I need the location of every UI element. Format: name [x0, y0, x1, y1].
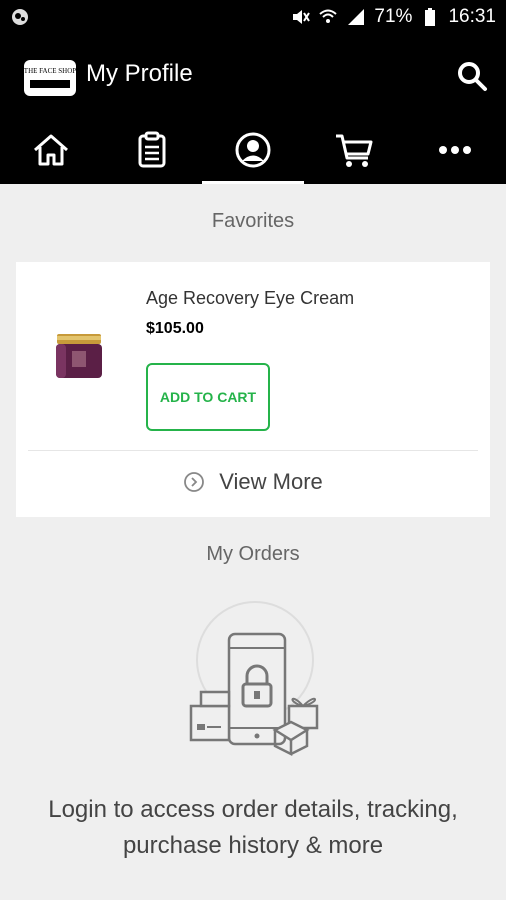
mute-icon	[293, 10, 311, 24]
search-icon[interactable]	[456, 60, 488, 92]
tab-bar	[0, 116, 506, 184]
cart-icon	[336, 134, 373, 167]
view-more-label: View More	[219, 469, 323, 494]
chevron-right-icon	[184, 472, 205, 492]
brand-logo: THE FACE SHOP	[22, 58, 78, 98]
notification-icon	[10, 7, 30, 27]
add-to-cart-button[interactable]: ADD TO CART	[146, 363, 270, 431]
app-bar: THE FACE SHOP My Profile	[0, 36, 506, 116]
tab-selected-indicator	[202, 181, 304, 184]
clipboard-icon	[138, 131, 166, 168]
login-prompt: Login to access order details, tracking,…	[48, 796, 458, 859]
battery-percent: 71%	[374, 6, 413, 27]
favorites-title: Favorites	[211, 210, 295, 232]
clock: 16:31	[448, 6, 496, 27]
favorite-card: Age Recovery Eye Cream $105.00 ADD TO CA…	[16, 262, 490, 517]
tab-profile[interactable]	[202, 116, 304, 184]
locked-orders-illustration	[187, 600, 323, 757]
tab-home[interactable]	[0, 116, 101, 184]
page-title: My Profile	[86, 60, 193, 87]
status-bar: 71% 16:31	[0, 0, 506, 36]
home-icon	[33, 134, 68, 166]
more-icon	[439, 146, 472, 154]
tab-cart[interactable]	[304, 116, 405, 184]
tab-more[interactable]	[405, 116, 506, 184]
profile-icon	[235, 132, 271, 168]
view-more-link[interactable]: View More	[16, 462, 490, 502]
tab-orders[interactable]	[101, 116, 202, 184]
svg-text:THE FACE SHOP: THE FACE SHOP	[24, 67, 76, 75]
orders-title: My Orders	[206, 543, 300, 565]
product-image	[54, 324, 104, 384]
status-right: 71% 16:31	[290, 6, 496, 28]
wifi-icon	[319, 9, 338, 23]
battery-icon	[425, 8, 436, 26]
product-name[interactable]: Age Recovery Eye Cream	[146, 288, 354, 309]
signal-icon	[348, 9, 365, 25]
product-price: $105.00	[146, 320, 204, 337]
divider	[28, 450, 478, 451]
